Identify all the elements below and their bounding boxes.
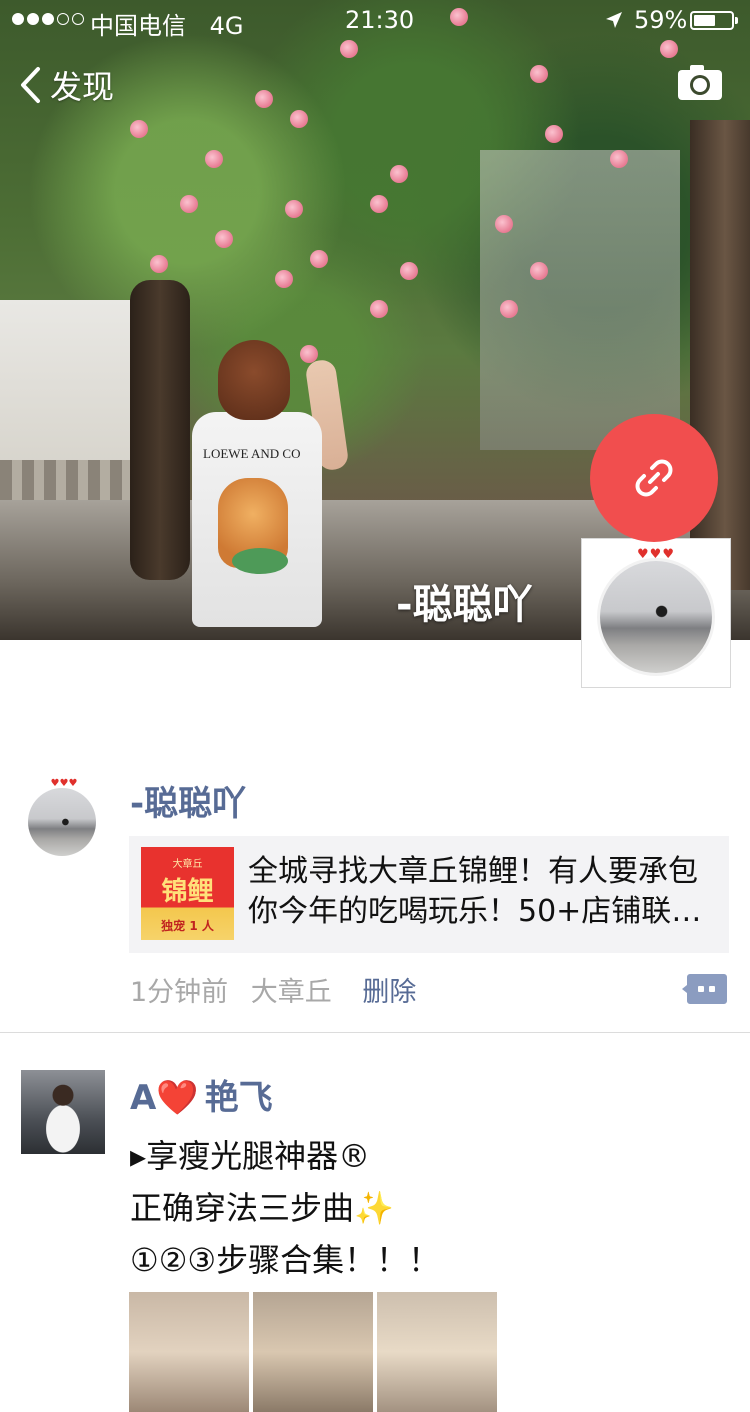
carrier-name: 中国电信 xyxy=(90,12,186,40)
post-photo[interactable] xyxy=(253,1292,373,1412)
thumb-bottom-text: 独宠 1 人 xyxy=(161,919,214,933)
person-head xyxy=(218,340,290,420)
post-text-line: 正确穿法三步曲✨ xyxy=(130,1182,720,1234)
carrier-label: 中国电信 4G xyxy=(90,6,244,41)
rose-flower xyxy=(610,150,628,168)
cover-username: -聪聪吖 xyxy=(396,582,533,628)
share-thumbnail: 大章丘 锦鲤 独宠 1 人 xyxy=(141,847,234,940)
rose-flower xyxy=(370,195,388,213)
cover-tree-trunk xyxy=(130,280,190,580)
link-icon xyxy=(635,459,673,497)
rose-flower xyxy=(370,300,388,318)
signal-dot xyxy=(42,13,54,25)
post-meta: 1分钟前 大章丘 删除 xyxy=(130,970,416,1009)
signal-dot xyxy=(57,13,69,25)
battery-fill xyxy=(694,15,715,26)
post-time: 1分钟前 xyxy=(130,977,229,1008)
post-location[interactable]: 大章丘 xyxy=(251,977,332,1008)
rose-flower xyxy=(180,195,198,213)
rose-flower xyxy=(500,300,518,318)
rose-flower xyxy=(290,110,308,128)
post-photo[interactable] xyxy=(129,1292,249,1412)
chevron-left-icon xyxy=(21,67,40,103)
post-photo-grid xyxy=(129,1292,497,1412)
author-name-prefix: A xyxy=(130,1078,157,1118)
post-avatar[interactable] xyxy=(21,1070,105,1154)
share-title: 全城寻找大章丘锦鲤！有人要承包你今年的吃喝玩乐！50+店铺联合送福利 xyxy=(248,854,702,929)
camera-icon[interactable] xyxy=(676,62,724,102)
avatar-image xyxy=(600,561,712,673)
location-arrow-icon xyxy=(606,12,622,28)
rose-flower xyxy=(530,262,548,280)
rose-flower xyxy=(285,200,303,218)
rose-flower xyxy=(545,125,563,143)
post-divider xyxy=(0,1032,750,1033)
rose-flower xyxy=(390,165,408,183)
battery-icon xyxy=(690,11,738,30)
back-button[interactable]: 发现 xyxy=(18,62,114,108)
shirt-print-text: LOEWE AND CO xyxy=(203,446,301,461)
thumb-main-text: 锦鲤 xyxy=(161,877,214,907)
rose-flower xyxy=(255,90,273,108)
post-text-line-content: 正确穿法三步曲 xyxy=(130,1189,355,1227)
post-text-line: ①②③步骤合集！！！ xyxy=(130,1241,441,1279)
shared-link-card[interactable]: 大章丘 锦鲤 独宠 1 人 全城寻找大章丘锦鲤！有人要承包你今年的吃喝玩乐！50… xyxy=(129,836,729,953)
avatar-image xyxy=(28,788,96,856)
signal-dot xyxy=(72,13,84,25)
post-avatar[interactable]: ♥♥♥ xyxy=(28,778,100,856)
signal-dot xyxy=(12,13,24,25)
rose-flower xyxy=(215,230,233,248)
rose-flower xyxy=(205,150,223,168)
comment-icon[interactable] xyxy=(682,972,728,1006)
post-photo[interactable] xyxy=(377,1292,497,1412)
rose-flower xyxy=(530,65,548,83)
rose-flower xyxy=(495,215,513,233)
heart-emoji: ❤️ xyxy=(156,1078,199,1118)
rose-flower xyxy=(310,250,328,268)
signal-dot xyxy=(27,13,39,25)
author-name-suffix: 艳飞 xyxy=(204,1078,273,1118)
shirt-leaf-print xyxy=(232,548,288,574)
rose-flower xyxy=(340,40,358,58)
sparkle-emoji: ✨ xyxy=(354,1189,394,1227)
battery-nub xyxy=(735,17,738,24)
battery-percent: 59% xyxy=(634,6,688,34)
post-text-line: ▸享瘦光腿神器® xyxy=(130,1137,371,1175)
status-time: 21:30 xyxy=(345,6,415,34)
rose-flower xyxy=(660,40,678,58)
thumb-top-text: 大章丘 xyxy=(172,859,203,870)
rose-flower xyxy=(400,262,418,280)
rose-flower xyxy=(275,270,293,288)
signal-strength-icon xyxy=(12,13,84,25)
back-label: 发现 xyxy=(50,68,115,106)
link-share-button[interactable] xyxy=(590,414,718,542)
network-type: 4G xyxy=(209,12,244,40)
post-text: ▸享瘦光腿神器® 正确穿法三步曲✨ ①②③步骤合集！！！ xyxy=(130,1130,720,1286)
rose-flower xyxy=(130,120,148,138)
post-author-name[interactable]: A❤️ 艳飞 xyxy=(130,1070,273,1119)
post-author-name[interactable]: -聪聪吖 xyxy=(130,776,246,825)
rose-flower xyxy=(150,255,168,273)
cover-wall xyxy=(0,300,140,470)
status-bar: 中国电信 4G 21:30 59% xyxy=(0,0,750,40)
cover-stones xyxy=(0,460,130,500)
delete-link[interactable]: 删除 xyxy=(362,977,416,1008)
profile-avatar[interactable]: ♥♥♥ xyxy=(581,538,731,688)
avatar-hearts: ♥♥♥ xyxy=(637,547,675,562)
